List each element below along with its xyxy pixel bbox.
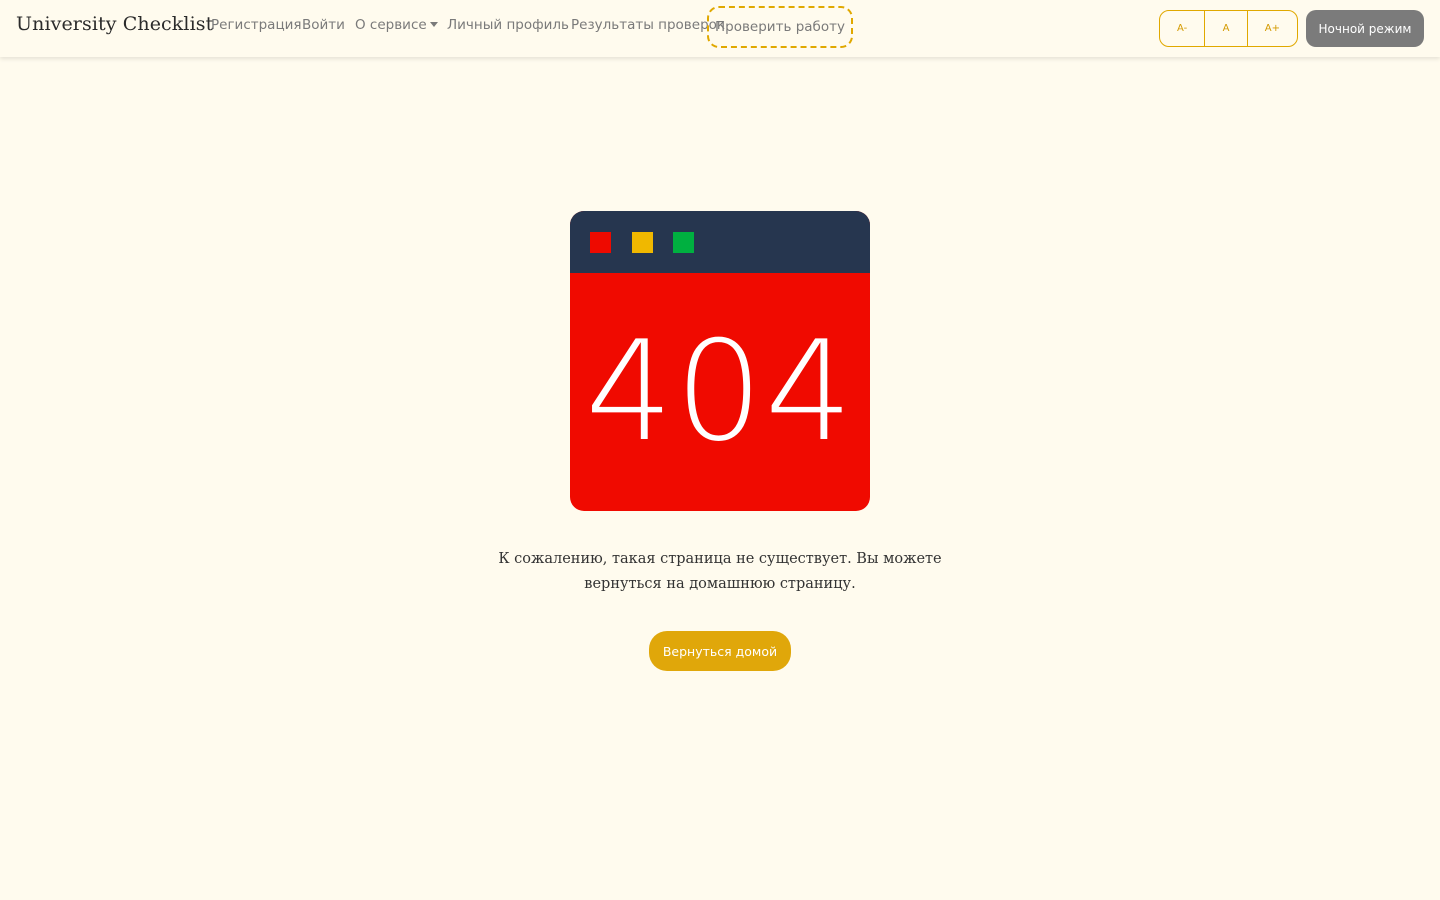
nav-link-profile[interactable]: Личный профиль: [447, 17, 569, 33]
window-title-bar: [570, 211, 870, 273]
font-normal-button[interactable]: A: [1204, 11, 1246, 46]
nav-link-results[interactable]: Результаты проверок: [571, 17, 725, 33]
font-size-controls: A- A A+: [1159, 10, 1298, 47]
window-dot-red-icon: [590, 232, 611, 253]
error-404-illustration: 404: [570, 211, 870, 511]
nav-dropdown-about-label: О сервисе: [355, 17, 427, 33]
window-dot-green-icon: [673, 232, 694, 253]
go-home-button[interactable]: Вернуться домой: [649, 631, 791, 671]
check-work-button[interactable]: Проверить работу: [707, 6, 853, 48]
night-mode-button[interactable]: Ночной режим: [1306, 10, 1424, 47]
font-decrease-button[interactable]: A-: [1160, 11, 1204, 46]
window-dot-yellow-icon: [632, 232, 653, 253]
nav-dropdown-about[interactable]: О сервисе: [355, 17, 438, 33]
nav-link-login[interactable]: Войти: [302, 17, 345, 33]
top-navbar: University Checklist Регистрация Войти О…: [0, 0, 1440, 57]
chevron-down-icon: [429, 22, 438, 27]
font-increase-button[interactable]: A+: [1246, 11, 1297, 46]
error-code: 404: [585, 311, 855, 472]
brand-link[interactable]: University Checklist: [16, 13, 213, 35]
nav-link-register[interactable]: Регистрация: [211, 17, 302, 33]
error-message: К сожалению, такая страница не существуе…: [498, 551, 942, 592]
